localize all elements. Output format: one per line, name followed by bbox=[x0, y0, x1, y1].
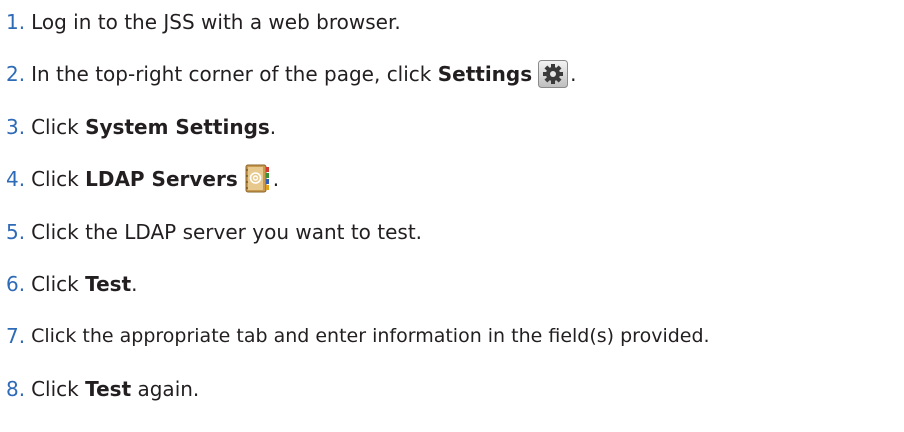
step-number: 6. bbox=[6, 272, 26, 296]
step-3: 3. Click System Settings . bbox=[6, 107, 276, 147]
gear-icon bbox=[538, 60, 569, 88]
step-number: 5. bbox=[6, 220, 26, 244]
step-number: 8. bbox=[6, 377, 26, 401]
step-text: Click bbox=[31, 115, 86, 139]
step-2: 2. In the top-right corner of the page, … bbox=[6, 54, 577, 94]
ldap-servers-label: LDAP Servers bbox=[85, 167, 238, 191]
step-text: Click bbox=[31, 272, 86, 296]
step-text: Click bbox=[31, 167, 86, 191]
step-6: 6. Click Test . bbox=[6, 264, 137, 304]
settings-label: Settings bbox=[437, 62, 533, 86]
step-number: 7. bbox=[6, 324, 26, 348]
step-number: 1. bbox=[6, 10, 26, 34]
step-number: 3. bbox=[6, 115, 26, 139]
step-text: Log in to the JSS with a web browser. bbox=[31, 10, 401, 34]
step-text-end: . bbox=[570, 62, 577, 86]
step-text: Click bbox=[31, 377, 86, 401]
step-5: 5. Click the LDAP server you want to tes… bbox=[6, 212, 422, 252]
system-settings-label: System Settings bbox=[85, 115, 270, 139]
step-8: 8. Click Test again. bbox=[6, 369, 199, 409]
step-text-end: . bbox=[131, 272, 138, 296]
address-book-icon bbox=[244, 164, 270, 194]
step-1: 1. Log in to the JSS with a web browser. bbox=[6, 2, 401, 42]
step-number: 2. bbox=[6, 62, 26, 86]
step-text: In the top-right corner of the page, cli… bbox=[31, 62, 438, 86]
step-number: 4. bbox=[6, 167, 26, 191]
step-text: Click the LDAP server you want to test. bbox=[31, 220, 423, 244]
test-label: Test bbox=[85, 272, 132, 296]
step-4: 4. Click LDAP Servers . bbox=[6, 159, 279, 199]
step-text-end: again. bbox=[131, 377, 200, 401]
step-7: 7. Click the appropriate tab and enter i… bbox=[6, 316, 710, 356]
step-text-end: . bbox=[269, 115, 277, 139]
step-text-end: . bbox=[272, 167, 280, 191]
test-label: Test bbox=[85, 377, 132, 401]
step-text: Click the appropriate tab and enter info… bbox=[31, 325, 710, 347]
